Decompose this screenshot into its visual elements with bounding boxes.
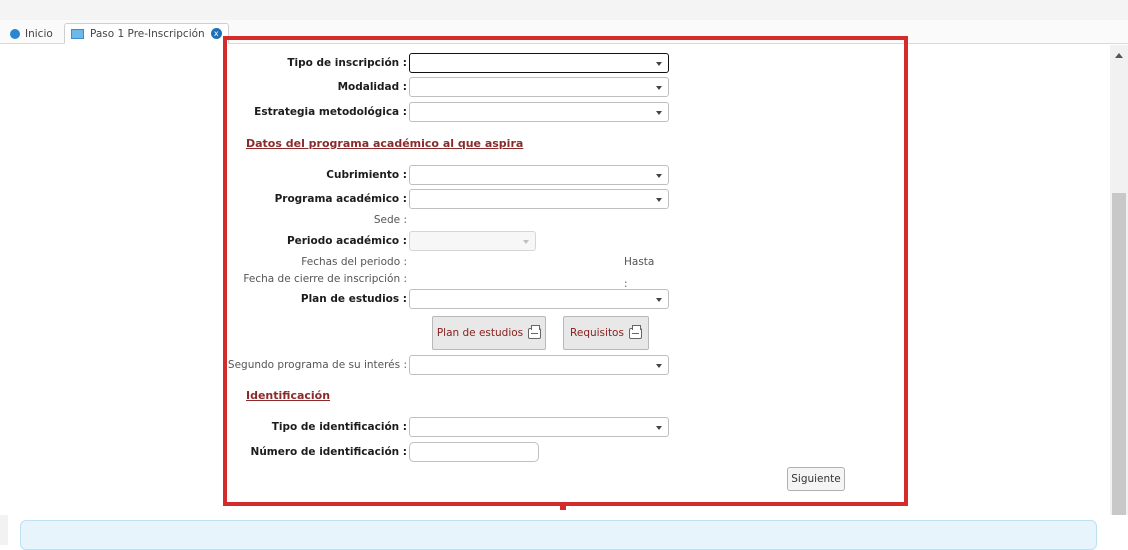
home-dot-icon bbox=[10, 28, 20, 39]
info-bar bbox=[20, 520, 1097, 550]
window-icon bbox=[71, 28, 84, 39]
close-tab-icon[interactable]: x bbox=[210, 28, 222, 39]
left-edge-panel bbox=[0, 515, 8, 545]
highlight-frame bbox=[223, 36, 908, 506]
highlight-frame-marker bbox=[560, 506, 566, 510]
scroll-up-icon[interactable] bbox=[1115, 53, 1123, 58]
vertical-scrollbar[interactable] bbox=[1110, 45, 1128, 515]
scroll-thumb[interactable] bbox=[1112, 193, 1126, 515]
tab-paso-1-label: Paso 1 Pre-Inscripción bbox=[90, 27, 205, 40]
tab-inicio-label: Inicio bbox=[25, 27, 53, 40]
tab-paso-1[interactable]: Paso 1 Pre-Inscripción x bbox=[64, 23, 229, 44]
tab-inicio[interactable]: Inicio bbox=[10, 23, 53, 44]
top-band bbox=[0, 0, 1128, 20]
